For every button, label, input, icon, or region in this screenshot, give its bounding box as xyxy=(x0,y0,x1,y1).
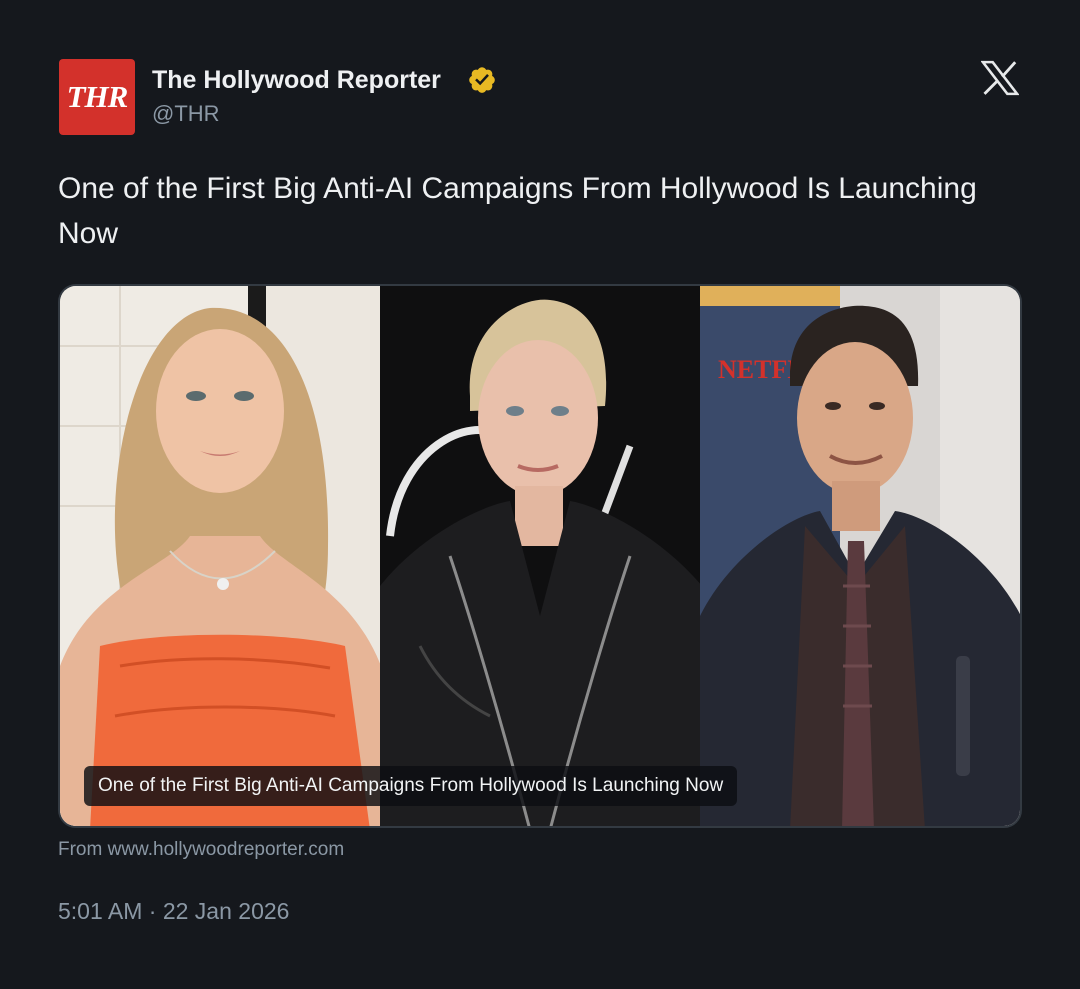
photo-woman-orange-dress xyxy=(60,286,380,826)
photo-woman-leather-jacket xyxy=(379,286,701,826)
timestamp[interactable]: 5:01 AM · 22 Jan 2026 xyxy=(58,898,289,925)
link-source[interactable]: From www.hollywoodreporter.com xyxy=(58,839,344,861)
avatar-text: THR xyxy=(66,79,129,114)
link-card[interactable]: NETFLIX One of the First Big Anti-AI Cam… xyxy=(58,284,1022,828)
verified-badge-icon xyxy=(469,67,495,93)
display-name[interactable]: The Hollywood Reporter xyxy=(152,66,441,95)
avatar[interactable]: THR xyxy=(59,59,135,135)
x-logo-icon[interactable] xyxy=(981,60,1019,96)
account-name-row: The Hollywood Reporter xyxy=(152,62,497,98)
card-caption: One of the First Big Anti-AI Campaigns F… xyxy=(84,766,738,806)
tweet-text: One of the First Big Anti-AI Campaigns F… xyxy=(58,172,977,250)
photo-man-dark-suit: NETFLIX xyxy=(700,286,1020,826)
handle[interactable]: @THR xyxy=(152,101,220,127)
